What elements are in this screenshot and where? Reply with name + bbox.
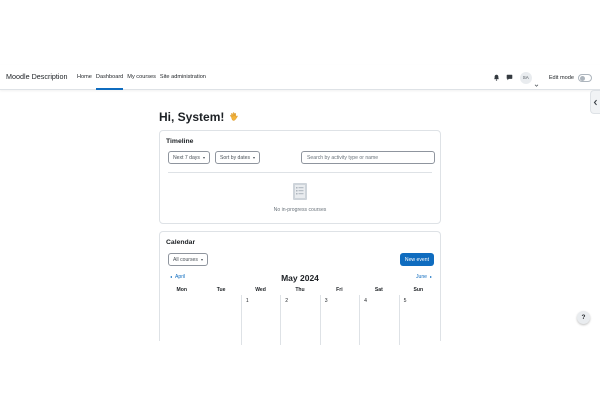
site-name[interactable]: Moodle Description [6,72,68,81]
calendar-day[interactable]: 1 [240,295,280,345]
timeline-search-input[interactable] [301,151,435,164]
edit-mode-label: Edit mode [548,74,574,81]
caret-down-icon [200,258,203,261]
next-month-label: June [415,274,427,280]
nav-item-home[interactable]: Home [75,65,94,90]
weekday-thu: Thu [295,287,305,293]
calendar-title: Calendar [166,239,196,246]
avatar[interactable]: SA [519,71,532,84]
help-button[interactable]: ? [577,311,590,324]
calendar-day[interactable]: 3 [319,295,359,345]
course-filter-label: All courses [173,256,198,263]
arrow-right-icon [430,276,432,278]
nav-item-my-courses[interactable]: My courses [125,65,158,90]
weekday-tue: Tue [216,287,226,293]
nav-item-site-administration[interactable]: Site administration [158,65,208,90]
primary-navigation: Home Dashboard My courses Site administr… [75,65,208,90]
wave-hand-icon [230,112,239,121]
timeline-day-filter[interactable]: Next 7 days [168,151,210,164]
open-block-drawer-button[interactable] [590,90,600,114]
calendar-week-row: 1 2 3 4 5 [162,295,438,345]
top-navbar: Moodle Description Home Dashboard My cou… [0,65,600,90]
weekday-mon: Mon [176,287,187,293]
divider [168,172,432,173]
chevron-left-icon [593,99,597,105]
timeline-sort-filter[interactable]: Sort by dates [215,151,261,164]
calendar-day[interactable]: 2 [280,295,319,345]
page-greeting: Hi, System! [159,110,240,124]
next-month-link[interactable]: June [416,274,432,280]
calendar-day-empty [162,295,201,345]
calendar-day-empty [201,295,240,345]
empty-courses-icon [293,183,307,200]
greeting-text: Hi, System! [159,110,225,124]
timeline-title: Timeline [166,138,194,145]
weekday-sun: Sun [413,287,424,293]
chevron-down-icon[interactable] [534,75,539,87]
weekday-fri: Fri [336,287,343,293]
nav-item-dashboard[interactable]: Dashboard [94,65,125,90]
month-title: May 2024 [281,273,319,283]
bell-icon[interactable] [492,73,501,82]
user-navigation: SA Edit mode [488,65,592,90]
timeline-block: Timeline Next 7 days Sort by dates No in… [159,130,441,224]
sort-filter-label: Sort by dates [220,154,251,161]
calendar-day[interactable]: 5 [398,295,438,345]
edit-mode-toggle[interactable] [578,73,592,82]
calendar-course-filter[interactable]: All courses [168,253,208,266]
weekday-wed: Wed [255,287,266,293]
page: Moodle Description Home Dashboard My cou… [0,0,600,400]
weekday-sat: Sat [374,287,383,293]
caret-down-icon [202,156,205,159]
calendar-block: Calendar All courses New event April May… [159,231,441,345]
new-event-button[interactable]: New event [399,253,434,266]
chat-icon[interactable] [505,73,514,82]
weekday-header: Mon Tue Wed Thu Fri Sat Sun [162,285,438,295]
empty-state-text: No in-progress courses [273,207,327,213]
day-filter-label: Next 7 days [173,154,200,161]
toggle-knob [580,75,585,81]
caret-down-icon [253,156,256,159]
calendar-day[interactable]: 4 [359,295,398,345]
